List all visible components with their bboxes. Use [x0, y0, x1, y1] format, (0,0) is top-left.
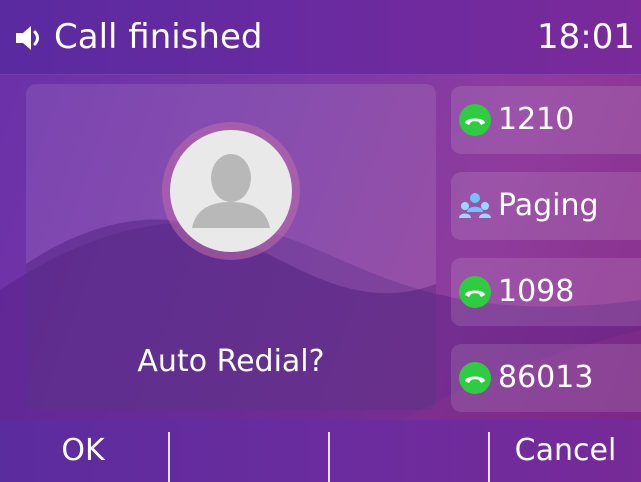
line-key-1098[interactable]: 1098 [451, 258, 641, 326]
call-status-panel: Auto Redial? [26, 84, 436, 410]
green-handset-icon [459, 104, 491, 136]
softkey-3[interactable] [330, 420, 486, 482]
auto-redial-prompt: Auto Redial? [137, 344, 325, 379]
line-key-label: 1098 [498, 274, 575, 309]
ok-softkey[interactable]: OK [0, 420, 166, 482]
line-key-1210[interactable]: 1210 [451, 86, 641, 154]
soft-key-bar: OK Cancel [0, 420, 641, 482]
paging-group-icon [459, 193, 491, 218]
line-key-paging[interactable]: Paging [451, 172, 641, 240]
speaker-icon [16, 26, 39, 50]
green-handset-icon [459, 276, 491, 308]
contact-avatar-icon [170, 130, 292, 252]
line-key-label: 1210 [498, 102, 575, 137]
cancel-softkey[interactable]: Cancel [490, 420, 641, 482]
phone-screen: Call finished 18:01 Auto Redial? 1210 Pa… [0, 0, 641, 482]
line-key-86013[interactable]: 86013 [451, 344, 641, 412]
clock-time: 18:01 [537, 17, 635, 57]
status-title: Call finished [54, 17, 263, 57]
line-key-label: Paging [498, 188, 599, 223]
green-handset-icon [459, 362, 491, 394]
status-bar: Call finished 18:01 [0, 0, 641, 75]
line-key-label: 86013 [498, 360, 594, 395]
softkey-2[interactable] [170, 420, 326, 482]
